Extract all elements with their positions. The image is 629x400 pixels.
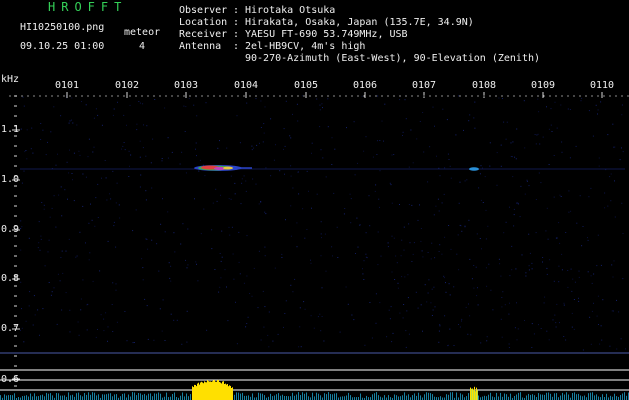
receiver-value: YAESU FT-690 53.749MHz, USB — [245, 29, 408, 40]
colon: : — [233, 29, 240, 40]
observer-value: Hirotaka Otsuka — [245, 5, 336, 16]
time-tick-label: 0101 — [55, 80, 80, 91]
meteor-echo-2 — [469, 167, 479, 171]
colon: : — [233, 5, 240, 16]
location-value: Hirakata, Osaka, Japan (135.7E, 34.9N) — [245, 17, 474, 28]
freq-tick-label: 0.9 — [1, 224, 20, 235]
filename-label: HI10250100.png — [20, 22, 105, 33]
time-tick-label: 0104 — [234, 80, 259, 91]
axis-unit-label: kHz — [1, 74, 20, 85]
datetime-label: 09.10.25 01:00 — [20, 41, 105, 52]
brand-title: HROFFT — [48, 0, 128, 14]
antenna-value-line2: 90-270-Azimuth (East-West), 90-Elevation… — [245, 53, 541, 64]
freq-tick-label: 0.7 — [1, 323, 20, 334]
meteor-count: 4 — [139, 41, 146, 52]
freq-tick-label: 0.8 — [1, 273, 20, 284]
antenna-value-line1: 2el-HB9CV, 4m's high — [245, 41, 366, 52]
time-tick-label: 0108 — [472, 80, 497, 91]
time-tick-label: 0103 — [174, 80, 199, 91]
colon: : — [233, 41, 240, 52]
receiver-label: Receiver — [179, 29, 228, 40]
time-tick-label: 0110 — [590, 80, 615, 91]
freq-tick-label: 1.1 — [1, 124, 20, 135]
freq-tick-label: 1.0 — [1, 174, 20, 185]
time-tick-label: 0105 — [294, 80, 319, 91]
antenna-label: Antenna — [179, 41, 222, 52]
observer-label: Observer — [179, 5, 228, 16]
freq-tick-label: 0.6 — [1, 374, 20, 385]
time-tick-label: 0102 — [115, 80, 140, 91]
time-tick-label: 0109 — [531, 80, 556, 91]
time-tick-label: 0106 — [353, 80, 378, 91]
meteor-label: meteor — [124, 27, 161, 38]
time-tick-label: 0107 — [412, 80, 437, 91]
colon: : — [233, 17, 240, 28]
location-label: Location — [179, 17, 228, 28]
